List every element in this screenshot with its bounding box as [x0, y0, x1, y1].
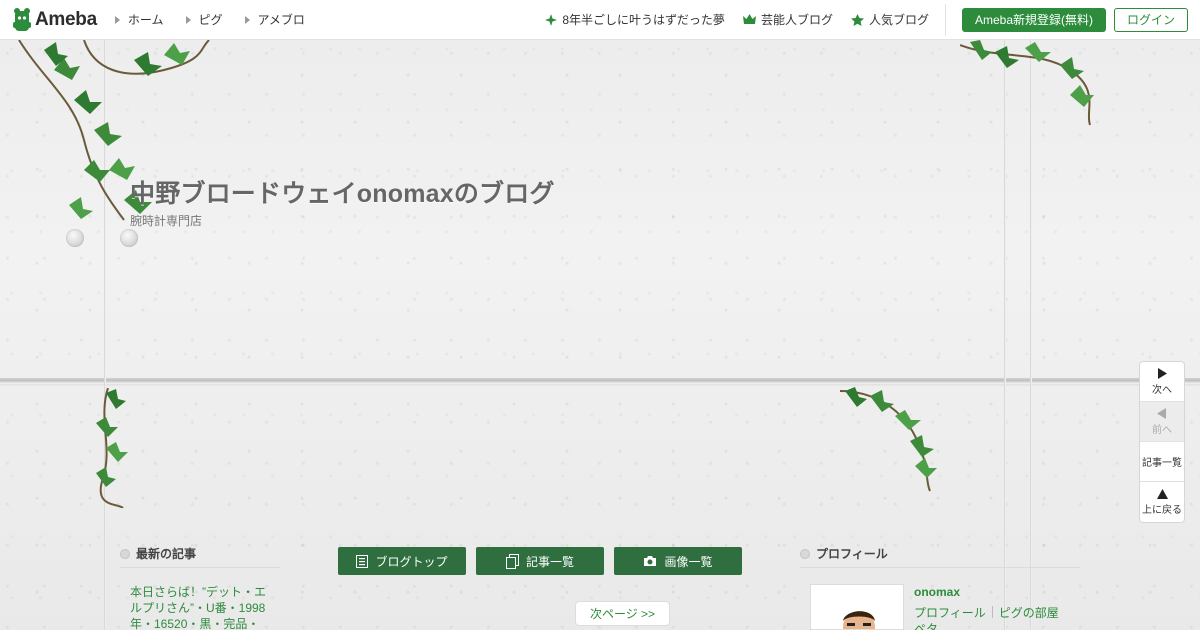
- wall-bolt: [66, 229, 84, 247]
- nav-pigg[interactable]: ピグ: [185, 11, 223, 28]
- nav-label: ホーム: [127, 13, 164, 27]
- latest-entry-link[interactable]: 本日さらば！”デット・エルプリさん”・U番・1998年・16520・黒・完品・: [130, 584, 275, 630]
- triangle-right-icon: [114, 15, 120, 24]
- triangle-right-icon: [244, 15, 250, 24]
- ameba-logo[interactable]: Ameba: [12, 0, 97, 40]
- ameba-mascot-icon: [13, 7, 31, 31]
- back-to-top-label: 上に戻る: [1142, 504, 1182, 516]
- ivy-decoration: [960, 40, 1094, 126]
- pigg-room-link[interactable]: ピグの部屋: [999, 604, 1059, 621]
- nav-ameblo[interactable]: アメブロ: [244, 11, 305, 28]
- prev-entry-label: 前へ: [1152, 424, 1172, 436]
- next-entry-label: 次へ: [1152, 384, 1172, 396]
- profile-link[interactable]: プロフィール: [914, 604, 986, 621]
- header-divider: [944, 3, 946, 36]
- ivy-decoration: [840, 387, 937, 492]
- triangle-right-icon: [185, 15, 191, 24]
- peta-link[interactable]: ペタ: [914, 620, 938, 630]
- wall-seam: [0, 378, 1200, 384]
- register-button[interactable]: Ameba新規登録(無料): [961, 7, 1106, 32]
- latest-heading-label: 最新の記事: [136, 547, 197, 561]
- blog-title[interactable]: 中野ブロードウェイonomaxのブログ: [130, 174, 555, 210]
- header-links: 8年半ごしに叶うはずだった夢 芸能人ブログ 人気ブログ Ameba新規登録(無料…: [527, 0, 1200, 40]
- star-icon: [850, 13, 864, 26]
- popular-blog-label: 人気ブログ: [868, 13, 929, 27]
- profile-avatar[interactable]: [810, 584, 904, 630]
- bullet-icon: [800, 548, 810, 559]
- tab-blog-top[interactable]: ブログトップ: [338, 547, 466, 575]
- triangle-up-icon: [1156, 488, 1168, 499]
- back-to-top-button[interactable]: 上に戻る: [1140, 482, 1184, 522]
- popular-blog-link[interactable]: 人気ブログ: [850, 11, 929, 28]
- profile-name[interactable]: onomax: [914, 585, 960, 599]
- blog-description: 腕時計専門店: [130, 214, 203, 228]
- entry-list-label: 記事一覧: [1142, 458, 1182, 469]
- camera-icon: [644, 556, 657, 566]
- global-nav: ホーム ピグ アメブロ: [114, 11, 327, 28]
- featured-link[interactable]: 8年半ごしに叶うはずだった夢: [545, 11, 725, 28]
- profile-heading-label: プロフィール: [816, 547, 888, 561]
- next-entry-button[interactable]: 次へ: [1140, 362, 1184, 402]
- play-left-icon: [1157, 407, 1166, 419]
- next-page-button[interactable]: 次ページ >>: [575, 601, 670, 626]
- prev-entry-button[interactable]: 前へ: [1140, 402, 1184, 442]
- featured-link-label: 8年半ごしに叶うはずだった夢: [562, 13, 725, 27]
- tab-label: 記事一覧: [525, 554, 574, 569]
- blog-tabs: ブログトップ 記事一覧 画像一覧: [338, 547, 752, 575]
- copy-icon: [505, 553, 519, 569]
- tab-label: ブログトップ: [375, 554, 448, 569]
- avatar-image: [843, 611, 875, 629]
- document-icon: [356, 554, 369, 568]
- tab-image-list[interactable]: 画像一覧: [614, 547, 742, 575]
- logo-text: Ameba: [35, 8, 97, 30]
- wall-bolt: [120, 229, 138, 247]
- ivy-decoration: [96, 388, 128, 508]
- login-button[interactable]: ログイン: [1113, 7, 1188, 32]
- link-separator: [991, 606, 993, 618]
- play-right-icon: [1158, 367, 1167, 379]
- nav-label: アメブロ: [257, 13, 305, 27]
- latest-entries-heading: 最新の記事: [120, 545, 280, 568]
- nav-home[interactable]: ホーム: [114, 11, 164, 28]
- entry-list-button[interactable]: 記事一覧: [1140, 442, 1184, 482]
- profile-heading: プロフィール: [800, 545, 1080, 568]
- celebrity-blog-link[interactable]: 芸能人ブログ: [742, 11, 833, 28]
- celebrity-blog-label: 芸能人ブログ: [760, 13, 833, 27]
- tab-label: 画像一覧: [664, 554, 713, 569]
- profile-links: プロフィール ピグの部屋: [914, 604, 1059, 621]
- side-pager: 次へ 前へ 記事一覧 上に戻る: [1139, 361, 1185, 523]
- nav-label: ピグ: [198, 13, 223, 27]
- crown-icon: [742, 14, 756, 24]
- bullet-icon: [120, 548, 130, 559]
- tab-entry-list[interactable]: 記事一覧: [476, 547, 604, 575]
- global-header: Ameba ホーム ピグ アメブロ 8年半ごしに叶うはずだった夢 芸能人ブログ: [0, 0, 1200, 40]
- sparkle-icon: [545, 13, 558, 26]
